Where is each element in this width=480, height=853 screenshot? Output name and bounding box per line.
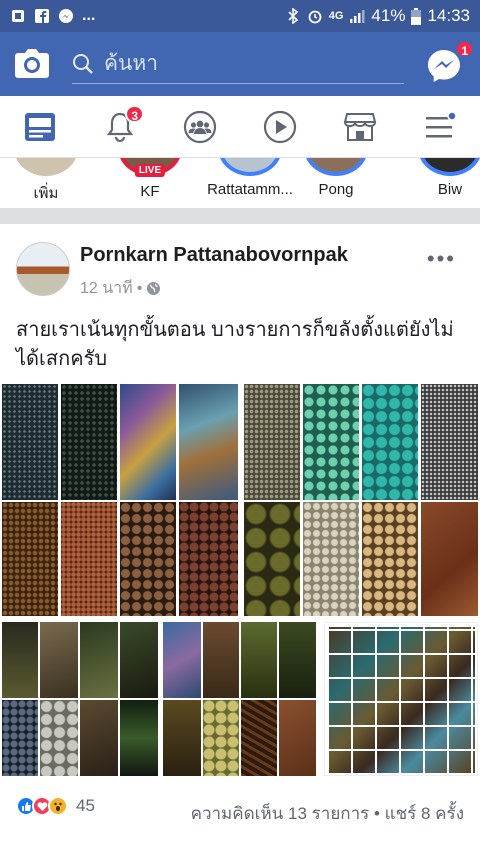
- post-meta: 12 นาที •: [80, 276, 161, 301]
- photo-tile: [241, 622, 277, 698]
- live-badge: LIVE: [134, 164, 166, 177]
- wow-reaction-icon: [48, 796, 68, 816]
- camera-icon[interactable]: [14, 48, 50, 80]
- photo-tile: [303, 384, 359, 500]
- messenger-button[interactable]: 1: [426, 40, 474, 84]
- marketplace-icon: [343, 112, 377, 141]
- comment-share-stats[interactable]: ความคิดเห็น 13 รายการ • แชร์ 8 ครั้ง: [191, 800, 464, 827]
- photo-collage[interactable]: [0, 382, 480, 776]
- author-avatar[interactable]: [16, 242, 70, 296]
- photo-tile: [421, 384, 478, 500]
- messenger-status-icon: [59, 9, 73, 23]
- bluetooth-icon: [288, 8, 298, 24]
- photo-tile: [163, 700, 201, 776]
- notifications-badge: 3: [125, 104, 144, 123]
- photo-tile: [362, 384, 418, 500]
- story-label: KF: [140, 183, 160, 200]
- groups-icon: [183, 110, 217, 143]
- meta-dot: •: [136, 279, 143, 297]
- tab-notifications[interactable]: 3: [96, 103, 144, 151]
- photo-tile: [2, 700, 38, 776]
- photo-tile: [362, 502, 418, 616]
- photo-tile: [120, 502, 176, 616]
- photo-tile: [120, 622, 158, 698]
- battery-icon: [411, 7, 422, 25]
- post-author[interactable]: Pornkarn Pattanabovornpak: [80, 244, 348, 267]
- story-avatar: [418, 158, 480, 176]
- photo-tile: [279, 700, 316, 776]
- status-dots: ...: [82, 7, 96, 24]
- tab-marketplace[interactable]: [336, 103, 384, 151]
- reaction-count: 45: [76, 796, 95, 815]
- more-options-icon[interactable]: •••: [427, 246, 456, 272]
- photo-tile: [244, 384, 300, 500]
- photo-tile: [120, 700, 158, 776]
- tab-menu[interactable]: [416, 103, 464, 151]
- signal-icon: [350, 10, 365, 23]
- tab-watch[interactable]: [256, 103, 304, 151]
- photo-tile: [80, 700, 118, 776]
- tab-groups[interactable]: [176, 103, 224, 151]
- photo-tile: [163, 622, 201, 698]
- facebook-icon: [35, 9, 49, 23]
- story-add[interactable]: เพิ่ม: [0, 158, 96, 208]
- post-text: สายเราเน้นทุกขั้นตอน บางรายการก็ขลังตั้ง…: [16, 319, 454, 370]
- photo-tile: [244, 502, 300, 616]
- messenger-badge: 1: [455, 40, 474, 58]
- photo-tile: [303, 502, 359, 616]
- top-bar: ค้นหา 1: [0, 32, 480, 96]
- status-bar: ... 4G 41% 14:33: [0, 0, 480, 32]
- photo-tile: [2, 384, 58, 500]
- post-time[interactable]: 12 นาที: [80, 276, 133, 301]
- story-label: Rattatamm...: [207, 181, 293, 198]
- nav-bar: 3: [0, 96, 480, 158]
- network-type: 4G: [328, 10, 344, 22]
- story-biw[interactable]: Biw: [400, 158, 480, 208]
- story-label: เพิ่ม: [33, 185, 59, 202]
- alarm-icon: [308, 10, 322, 24]
- notification-icon: [12, 10, 24, 22]
- battery-percent: 41%: [371, 6, 406, 25]
- feed-divider: [0, 208, 480, 224]
- photo-tile: [61, 384, 117, 500]
- photo-tile: [61, 502, 117, 616]
- photo-tile: [179, 502, 238, 616]
- photo-tile: [40, 700, 78, 776]
- story-label: Pong: [318, 181, 354, 198]
- photo-tile: [40, 622, 78, 698]
- play-icon: [263, 110, 297, 143]
- tab-news-feed[interactable]: [16, 103, 64, 151]
- story-label: Biw: [437, 181, 463, 198]
- photo-tile: [421, 502, 478, 616]
- photo-tile: [203, 700, 239, 776]
- photo-tile: [2, 622, 38, 698]
- photo-tile: [279, 622, 316, 698]
- photo-tile: [324, 622, 478, 776]
- search-icon: [73, 53, 93, 74]
- story-kf[interactable]: LIVE KF: [100, 158, 200, 208]
- story-avatar: [14, 158, 78, 176]
- story-rattatamm[interactable]: Rattatamm...: [200, 158, 300, 208]
- photo-tile: [2, 502, 58, 616]
- photo-tile: [241, 700, 277, 776]
- photo-tile: [80, 622, 118, 698]
- photo-tile: [120, 384, 176, 500]
- story-avatar: [218, 158, 282, 176]
- photo-tile: [179, 384, 238, 500]
- search-placeholder: ค้นหา: [104, 52, 159, 75]
- clock: 14:33: [427, 6, 470, 25]
- story-avatar: [304, 158, 368, 176]
- menu-icon: [426, 111, 457, 137]
- news-feed-icon: [25, 112, 55, 141]
- photo-tile: [203, 622, 239, 698]
- stories-strip: เพิ่ม LIVE KF Rattatamm... Pong Biw: [0, 158, 480, 208]
- search-input[interactable]: ค้นหา: [72, 44, 404, 84]
- story-pong[interactable]: Pong: [286, 158, 386, 208]
- post-card: Pornkarn Pattanabovornpak 12 นาที • ••• …: [0, 224, 480, 853]
- reactions[interactable]: 45: [16, 796, 95, 816]
- globe-icon: [147, 282, 161, 295]
